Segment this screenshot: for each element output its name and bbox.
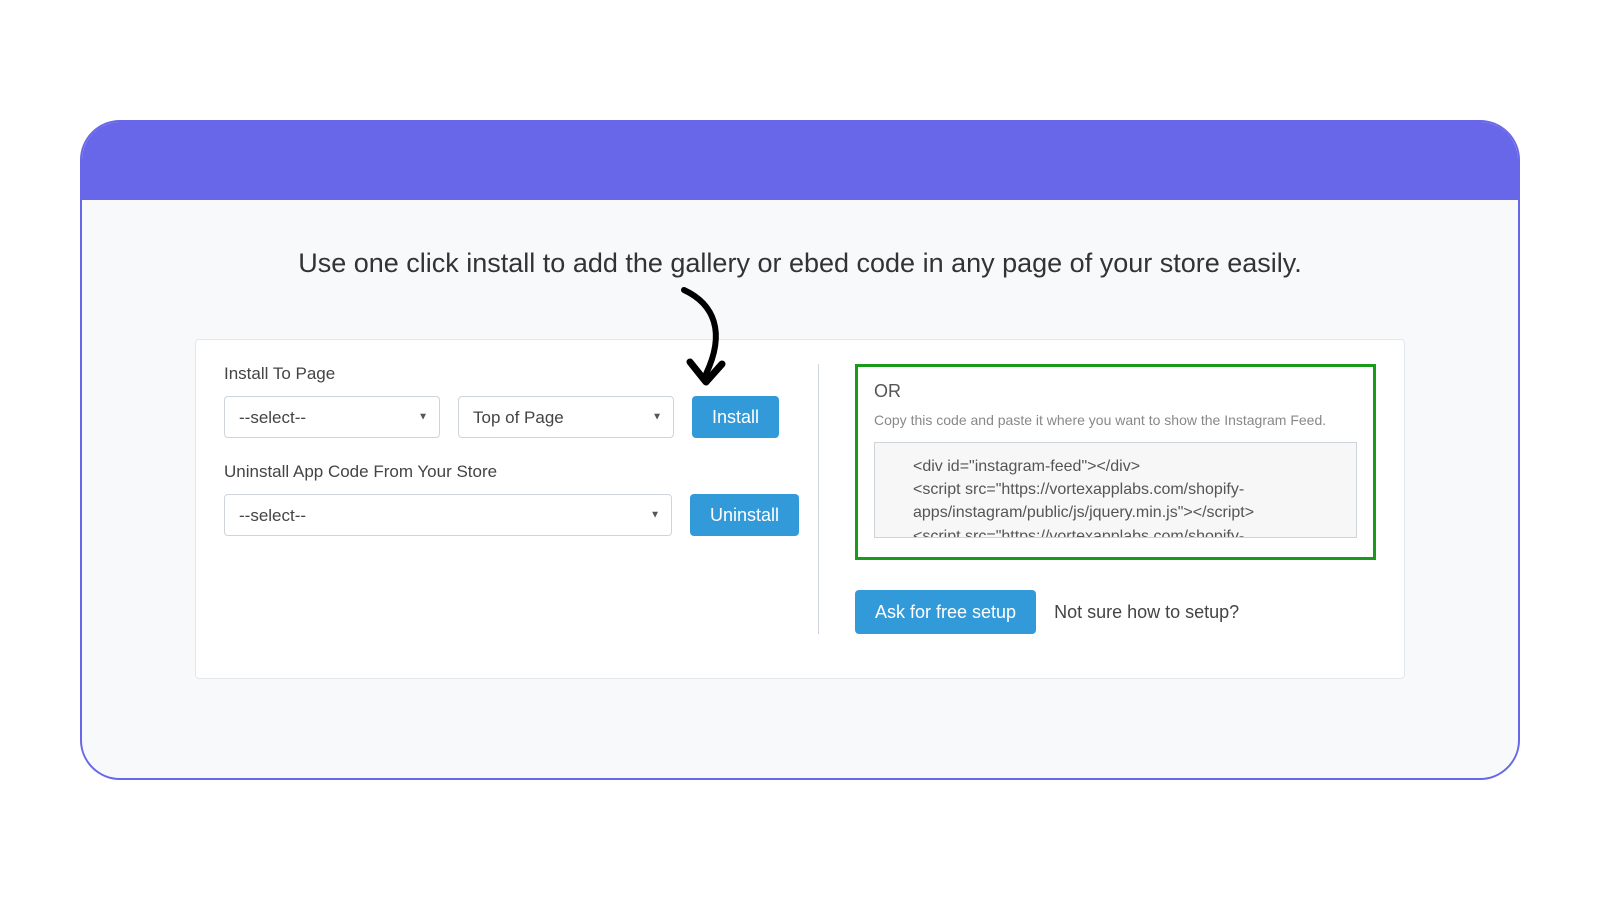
- setup-help-text: Not sure how to setup?: [1054, 602, 1239, 623]
- install-position-select[interactable]: Top of Page: [458, 396, 674, 438]
- headline: Use one click install to add the gallery…: [82, 248, 1518, 279]
- ask-free-setup-button[interactable]: Ask for free setup: [855, 590, 1036, 634]
- embed-highlight-box: OR Copy this code and paste it where you…: [855, 364, 1376, 560]
- install-panel: Install To Page --select-- ▼ Top of Page…: [195, 339, 1405, 679]
- embed-column: OR Copy this code and paste it where you…: [833, 364, 1376, 634]
- embed-hint: Copy this code and paste it where you wa…: [874, 412, 1357, 428]
- panel-divider: [818, 364, 819, 634]
- install-button[interactable]: Install: [692, 396, 779, 438]
- embed-code-textarea[interactable]: [874, 442, 1357, 538]
- uninstall-page-select[interactable]: --select--: [224, 494, 672, 536]
- or-label: OR: [874, 381, 1357, 402]
- uninstall-button[interactable]: Uninstall: [690, 494, 799, 536]
- app-frame: Use one click install to add the gallery…: [80, 120, 1520, 780]
- header-bar: [82, 122, 1518, 200]
- install-page-select[interactable]: --select--: [224, 396, 440, 438]
- install-column: Install To Page --select-- ▼ Top of Page…: [224, 364, 804, 634]
- install-to-page-label: Install To Page: [224, 364, 776, 384]
- uninstall-label: Uninstall App Code From Your Store: [224, 462, 776, 482]
